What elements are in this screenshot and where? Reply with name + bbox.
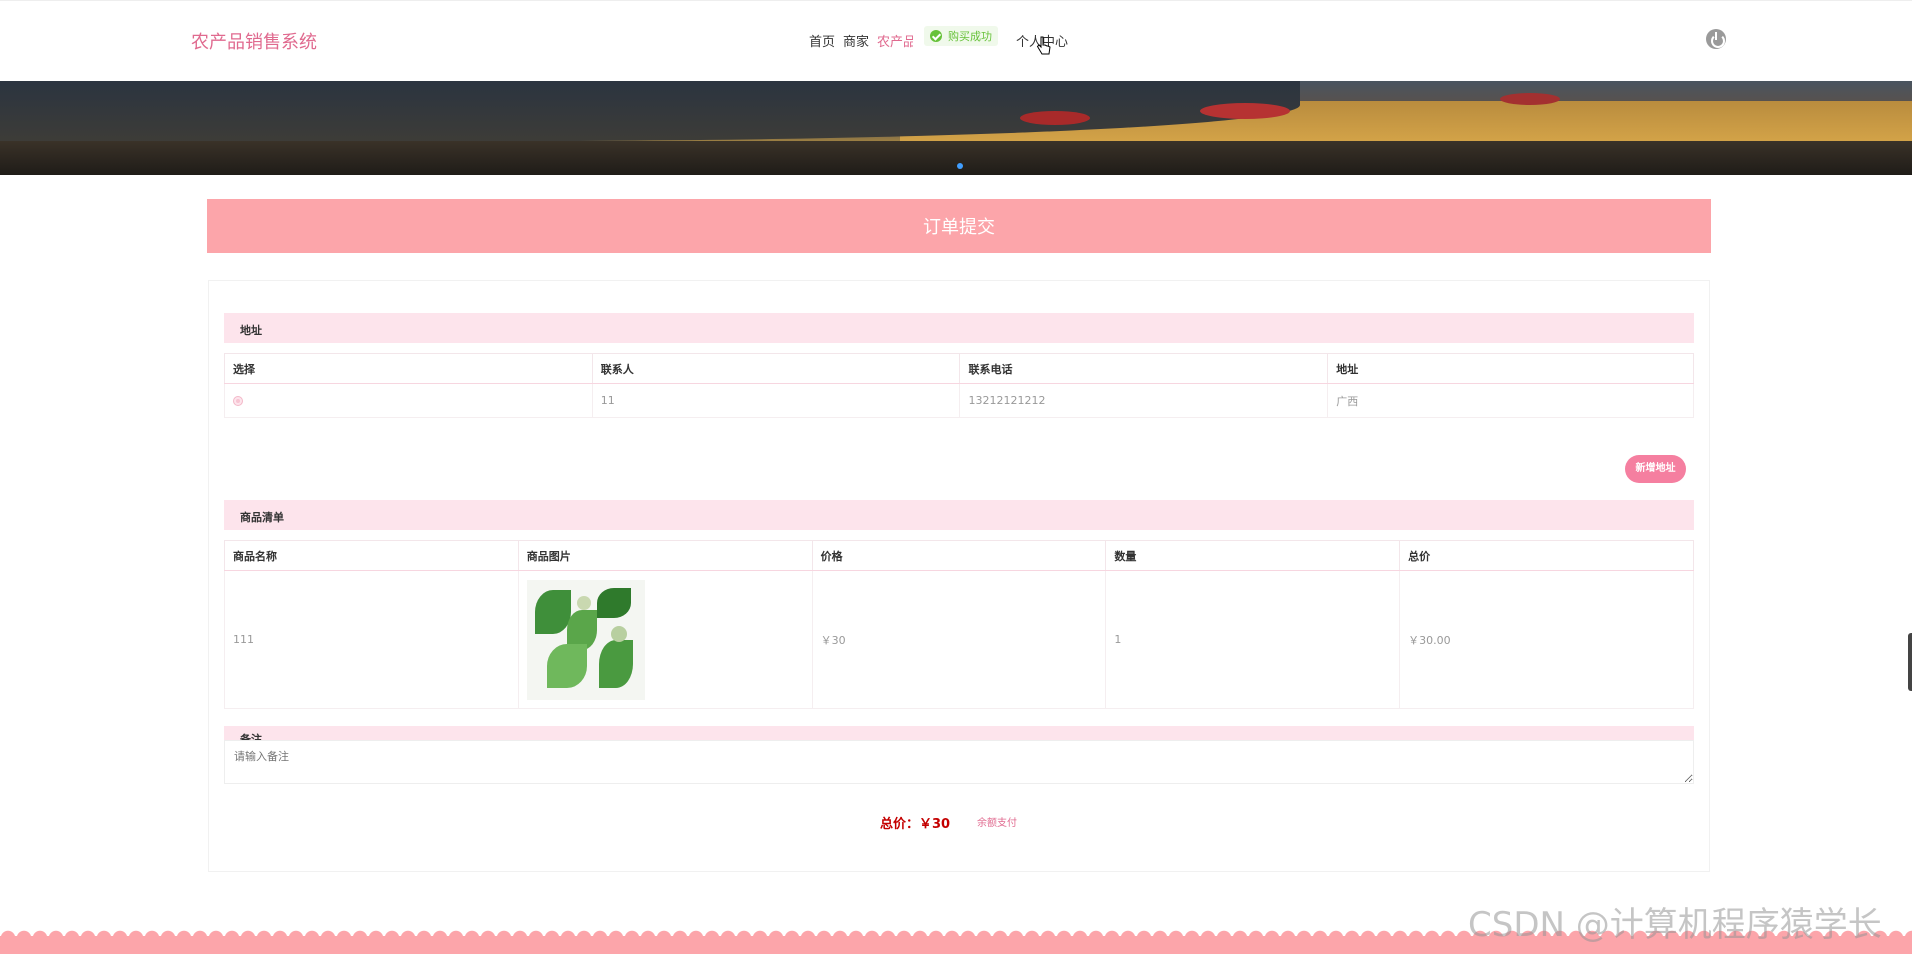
remark-input[interactable] bbox=[224, 740, 1694, 784]
table-header-row: 选择 联系人 联系电话 地址 bbox=[224, 353, 1694, 384]
total-label: 总价： bbox=[880, 817, 920, 832]
success-toast: 购买成功 bbox=[924, 26, 998, 46]
nav-item-merchant[interactable]: 商家 bbox=[843, 31, 869, 50]
title-scallop-edge bbox=[207, 244, 1711, 256]
table-row: 111 ￥30 1 ￥30.00 bbox=[224, 570, 1694, 709]
order-total: 总价：￥30 bbox=[880, 813, 950, 832]
address-table: 选择 联系人 联系电话 地址 11 13212121212 广西 bbox=[224, 353, 1694, 418]
banner-shrub bbox=[1500, 93, 1560, 105]
seed-bowl bbox=[576, 595, 591, 610]
column-header: 数量 bbox=[1105, 540, 1401, 571]
column-header: 联系人 bbox=[591, 353, 961, 384]
watermark-text: CSDN @计算机程序猿学长 bbox=[1468, 905, 1882, 945]
total-value: ￥30 bbox=[919, 817, 951, 832]
leaf-shape bbox=[596, 587, 631, 618]
hero-banner bbox=[0, 81, 1912, 175]
banner-foreground bbox=[0, 141, 1912, 175]
select-cell[interactable] bbox=[224, 383, 593, 418]
main-nav: 首页 商家 农产品 bbox=[809, 31, 913, 50]
contact-cell: 11 bbox=[591, 383, 961, 418]
carousel-indicator[interactable] bbox=[957, 163, 963, 169]
product-image-cell bbox=[517, 570, 813, 709]
phone-cell: 13212121212 bbox=[959, 383, 1329, 418]
subtotal-cell: ￥30.00 bbox=[1399, 570, 1694, 709]
column-header: 地址 bbox=[1327, 353, 1694, 384]
hand-cursor-icon bbox=[1036, 36, 1051, 55]
leaf-shape bbox=[534, 589, 571, 634]
column-header: 商品图片 bbox=[517, 540, 813, 571]
add-address-button[interactable]: 新增地址 bbox=[1625, 455, 1686, 483]
toast-message: 购买成功 bbox=[948, 30, 992, 43]
banner-shrub bbox=[1200, 103, 1290, 119]
seed-bowl bbox=[610, 625, 627, 642]
price-cell: ￥30 bbox=[811, 570, 1107, 709]
balance-pay-button[interactable]: 余额支付 bbox=[977, 814, 1017, 829]
column-header: 商品名称 bbox=[224, 540, 519, 571]
column-header: 价格 bbox=[811, 540, 1107, 571]
column-header: 选择 bbox=[224, 353, 593, 384]
product-name-cell: 111 bbox=[224, 570, 519, 709]
address-section-header: 地址 bbox=[224, 313, 1694, 343]
site-logo[interactable]: 农产品销售系统 bbox=[191, 28, 317, 54]
leaf-shape bbox=[546, 643, 587, 688]
logout-power-icon[interactable] bbox=[1706, 29, 1726, 49]
table-header-row: 商品名称 商品图片 价格 数量 总价 bbox=[224, 540, 1694, 571]
column-header: 联系电话 bbox=[959, 353, 1329, 384]
address-cell: 广西 bbox=[1327, 383, 1694, 418]
column-header: 总价 bbox=[1399, 540, 1694, 571]
goods-table: 商品名称 商品图片 价格 数量 总价 111 ￥30 1 ￥30.00 bbox=[224, 540, 1694, 709]
top-header: 农产品销售系统 首页 商家 农产品 购买成功 个人中心 bbox=[0, 0, 1912, 81]
banner-shrub bbox=[1020, 111, 1090, 125]
check-circle-icon bbox=[930, 30, 942, 42]
nav-item-products[interactable]: 农产品 bbox=[877, 31, 913, 50]
quantity-cell: 1 bbox=[1105, 570, 1401, 709]
page-title: 订单提交 bbox=[923, 217, 995, 238]
side-drawer-handle[interactable] bbox=[1908, 633, 1912, 691]
goods-section-header: 商品清单 bbox=[224, 500, 1694, 530]
address-radio[interactable] bbox=[233, 395, 243, 406]
table-row[interactable]: 11 13212121212 广西 bbox=[224, 383, 1694, 418]
product-image bbox=[526, 579, 645, 700]
nav-item-home[interactable]: 首页 bbox=[809, 31, 835, 50]
leaf-shape bbox=[598, 639, 633, 688]
